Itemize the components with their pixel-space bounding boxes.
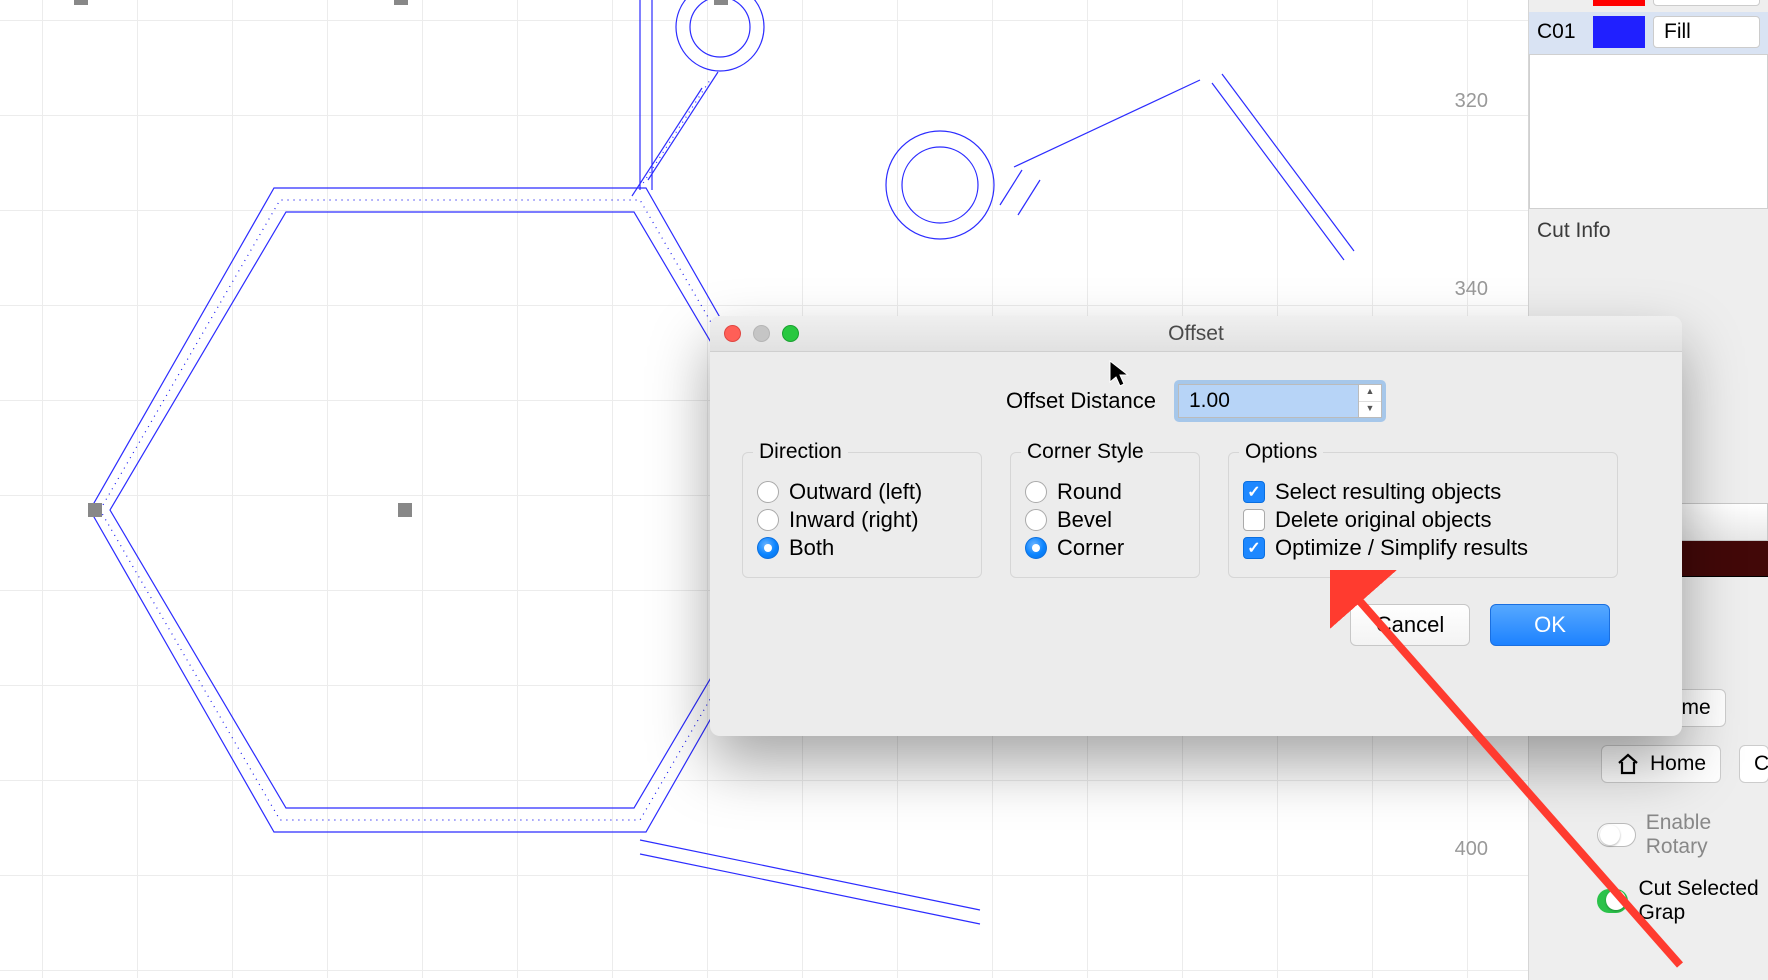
radio-icon [757,509,779,531]
layer-row[interactable]: C02 Fill [1529,0,1768,12]
selection-handle[interactable] [394,0,408,5]
selection-handle[interactable] [398,503,412,517]
corner-style-radio[interactable]: Corner [1025,535,1185,561]
checkbox-label: Optimize / Simplify results [1275,535,1528,561]
corner-style-group: Corner Style RoundBevelCorner [1010,452,1200,578]
radio-label: Round [1057,479,1122,505]
ruler-tick: 320 [1455,90,1488,113]
radio-icon [1025,509,1047,531]
minimize-icon[interactable] [753,325,770,342]
cancel-button[interactable]: Cancel [1350,604,1470,646]
checkbox-label: Delete original objects [1275,507,1491,533]
layer-swatch[interactable] [1593,16,1645,48]
stepper-buttons[interactable]: ▲ ▼ [1358,384,1382,418]
checkbox-label: Select resulting objects [1275,479,1501,505]
selection-handle[interactable] [714,0,728,5]
maximize-icon[interactable] [782,325,799,342]
cut-selected-toggle[interactable] [1597,889,1628,913]
checkbox-icon [1243,509,1265,531]
radio-label: Inward (right) [789,507,919,533]
offset-distance-stepper[interactable]: ▲ ▼ [1174,380,1386,422]
radio-label: Corner [1057,535,1124,561]
chevron-up-icon[interactable]: ▲ [1359,385,1381,402]
home-icon [1616,752,1640,776]
cut-selected-label: Cut Selected Grap [1638,877,1768,925]
corner-style-radio[interactable]: Bevel [1025,507,1185,533]
ruler-tick: 340 [1455,278,1488,301]
radio-icon [1025,481,1047,503]
radio-label: Outward (left) [789,479,922,505]
chevron-down-icon[interactable]: ▼ [1359,402,1381,418]
radio-icon [1025,537,1047,559]
ruler-tick: 400 [1455,838,1488,861]
offset-distance-input[interactable] [1178,384,1358,418]
selection-handle[interactable] [74,0,88,5]
layer-swatch[interactable] [1593,0,1645,6]
dialog-title: Offset [710,316,1682,352]
corner-style-radio[interactable]: Round [1025,479,1185,505]
direction-radio[interactable]: Both [757,535,967,561]
radio-icon [757,537,779,559]
direction-radio[interactable]: Outward (left) [757,479,967,505]
button-misc-2[interactable]: C [1739,745,1768,783]
option-checkbox[interactable]: Delete original objects [1243,507,1603,533]
checkbox-icon: ✓ [1243,481,1265,503]
options-group-title: Options [1239,440,1323,464]
layer-mode-dropdown[interactable]: Fill [1653,0,1760,6]
layer-row[interactable]: C01 Fill [1529,12,1768,54]
dialog-titlebar[interactable]: Offset [710,316,1682,352]
home-button-label: Home [1650,752,1706,776]
radio-icon [757,481,779,503]
offset-dialog: Offset Offset Distance ▲ ▼ Direction Out… [710,316,1682,736]
radio-label: Both [789,535,834,561]
layer-code: C02 [1537,0,1585,2]
direction-group-title: Direction [753,440,848,464]
checkbox-icon: ✓ [1243,537,1265,559]
option-checkbox[interactable]: ✓ Select resulting objects [1243,479,1603,505]
radio-label: Bevel [1057,507,1112,533]
direction-radio[interactable]: Inward (right) [757,507,967,533]
corner-style-group-title: Corner Style [1021,440,1150,464]
layer-mode-dropdown[interactable]: Fill [1653,16,1760,48]
direction-group: Direction Outward (left)Inward (right)Bo… [742,452,982,578]
option-checkbox[interactable]: ✓ Optimize / Simplify results [1243,535,1603,561]
layer-list-empty-area[interactable] [1529,54,1768,209]
selection-handle[interactable] [88,503,102,517]
layer-list: C02 Fill C01 Fill [1529,0,1768,54]
enable-rotary-label: Enable Rotary [1646,811,1768,859]
ok-button[interactable]: OK [1490,604,1610,646]
enable-rotary-toggle[interactable] [1597,823,1636,847]
options-group: Options ✓Select resulting objectsDelete … [1228,452,1618,578]
close-icon[interactable] [724,325,741,342]
cut-info-heading: Cut Info [1529,209,1768,253]
offset-distance-label: Offset Distance [1006,388,1156,414]
layer-code: C01 [1537,20,1585,44]
home-button[interactable]: Home [1601,745,1721,783]
